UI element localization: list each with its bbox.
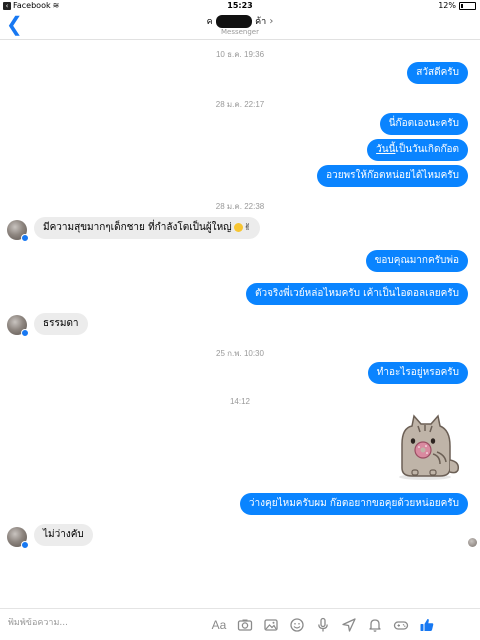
emoji-icon — [290, 618, 304, 632]
avatar[interactable] — [7, 220, 29, 242]
messenger-badge-icon — [21, 234, 29, 242]
games-button[interactable] — [388, 614, 414, 636]
message-text: มีความสุขมากๆเด็กชาย ที่กำลังโตเป็นผู้ให… — [43, 222, 232, 233]
location-icon — [342, 618, 356, 632]
nav-subtitle: Messenger — [220, 28, 259, 36]
status-bar: ‹ Facebook ≋ 15:23 12% — [0, 0, 480, 12]
message-composer: Aa — [0, 608, 480, 640]
timestamp: 28 ม.ค. 22:38 — [215, 202, 265, 211]
location-button[interactable] — [336, 614, 362, 636]
message-incoming[interactable]: ไม่ว่างคับ — [34, 524, 93, 546]
timestamp: 14:12 — [229, 397, 251, 406]
name-redaction — [215, 14, 252, 28]
message-outgoing[interactable]: ขอบคุณมากครับพ่อ — [365, 250, 468, 272]
composer-toolbar: Aa — [206, 614, 440, 636]
microphone-icon — [318, 617, 328, 632]
message-incoming[interactable]: มีความสุขมากๆเด็กชาย ที่กำลังโตเป็นผู้ให… — [34, 217, 261, 239]
chevron-right-icon: › — [269, 16, 274, 27]
message-outgoing[interactable]: ทำอะไรอยู่หรอครับ — [367, 362, 468, 384]
message-outgoing[interactable]: วันนี้เป็นวันเกิดก๊อต — [367, 139, 468, 161]
message-link-text[interactable]: วันนี้ — [376, 144, 395, 155]
messenger-badge-icon — [21, 329, 29, 337]
contact-name[interactable]: ค ค้า › — [0, 14, 480, 28]
message-input[interactable] — [8, 618, 188, 628]
message-text: เป็นวันเกิดก๊อต — [395, 144, 459, 155]
microphone-button[interactable] — [310, 614, 336, 636]
avatar[interactable] — [7, 315, 29, 337]
messenger-badge-icon — [21, 541, 29, 549]
games-icon — [393, 621, 409, 630]
battery-percent: 12% — [438, 1, 456, 10]
cat-eating-donut-sticker[interactable] — [388, 408, 462, 482]
status-right: 12% — [438, 1, 476, 10]
like-button[interactable] — [414, 614, 440, 636]
text-format-button[interactable]: Aa — [206, 614, 232, 636]
contact-name-suffix: ค้า — [255, 17, 267, 27]
timestamp: 25 ก.พ. 10:30 — [216, 349, 264, 358]
message-outgoing[interactable]: อวยพรให้ก๊อตหน่อยได้ไหมครับ — [317, 165, 468, 187]
camera-icon — [237, 619, 253, 631]
message-outgoing[interactable]: ตัวจริงพี่เวย์หล่อไหมครับ เค้าเป็นไอดอลเ… — [245, 283, 468, 305]
timestamp: 28 ม.ค. 22:17 — [215, 100, 265, 109]
avatar[interactable] — [7, 527, 29, 549]
bell-icon — [369, 619, 381, 632]
camera-button[interactable] — [232, 614, 258, 636]
text-format-icon: Aa — [211, 618, 227, 632]
emoji-button[interactable] — [284, 614, 310, 636]
timestamp: 10 ธ.ค. 19:36 — [215, 50, 265, 59]
gallery-button[interactable] — [258, 614, 284, 636]
contact-name-initial: ค — [206, 17, 213, 27]
message-outgoing[interactable]: นี่ก๊อตเองนะครับ — [379, 113, 468, 135]
smile-emoji-icon — [233, 222, 243, 232]
message-incoming[interactable]: ธรรมดา — [34, 313, 88, 335]
message-outgoing[interactable]: สวัสดีครับ — [407, 62, 468, 84]
message-outgoing[interactable]: ว่างคุยไหมครับผม ก๊อตอยากขอคุยด้วยหน่อยค… — [239, 493, 468, 515]
seen-indicator-avatar — [468, 538, 477, 547]
victory-hand-emoji-icon: ✌ — [243, 223, 252, 233]
status-time: 15:23 — [227, 1, 253, 10]
battery-icon — [459, 1, 476, 10]
bell-button[interactable] — [362, 614, 388, 636]
thumbs-up-icon — [420, 618, 434, 631]
gallery-icon — [264, 619, 278, 631]
conversation-header: ❮ ค ค้า › Messenger — [0, 12, 480, 40]
